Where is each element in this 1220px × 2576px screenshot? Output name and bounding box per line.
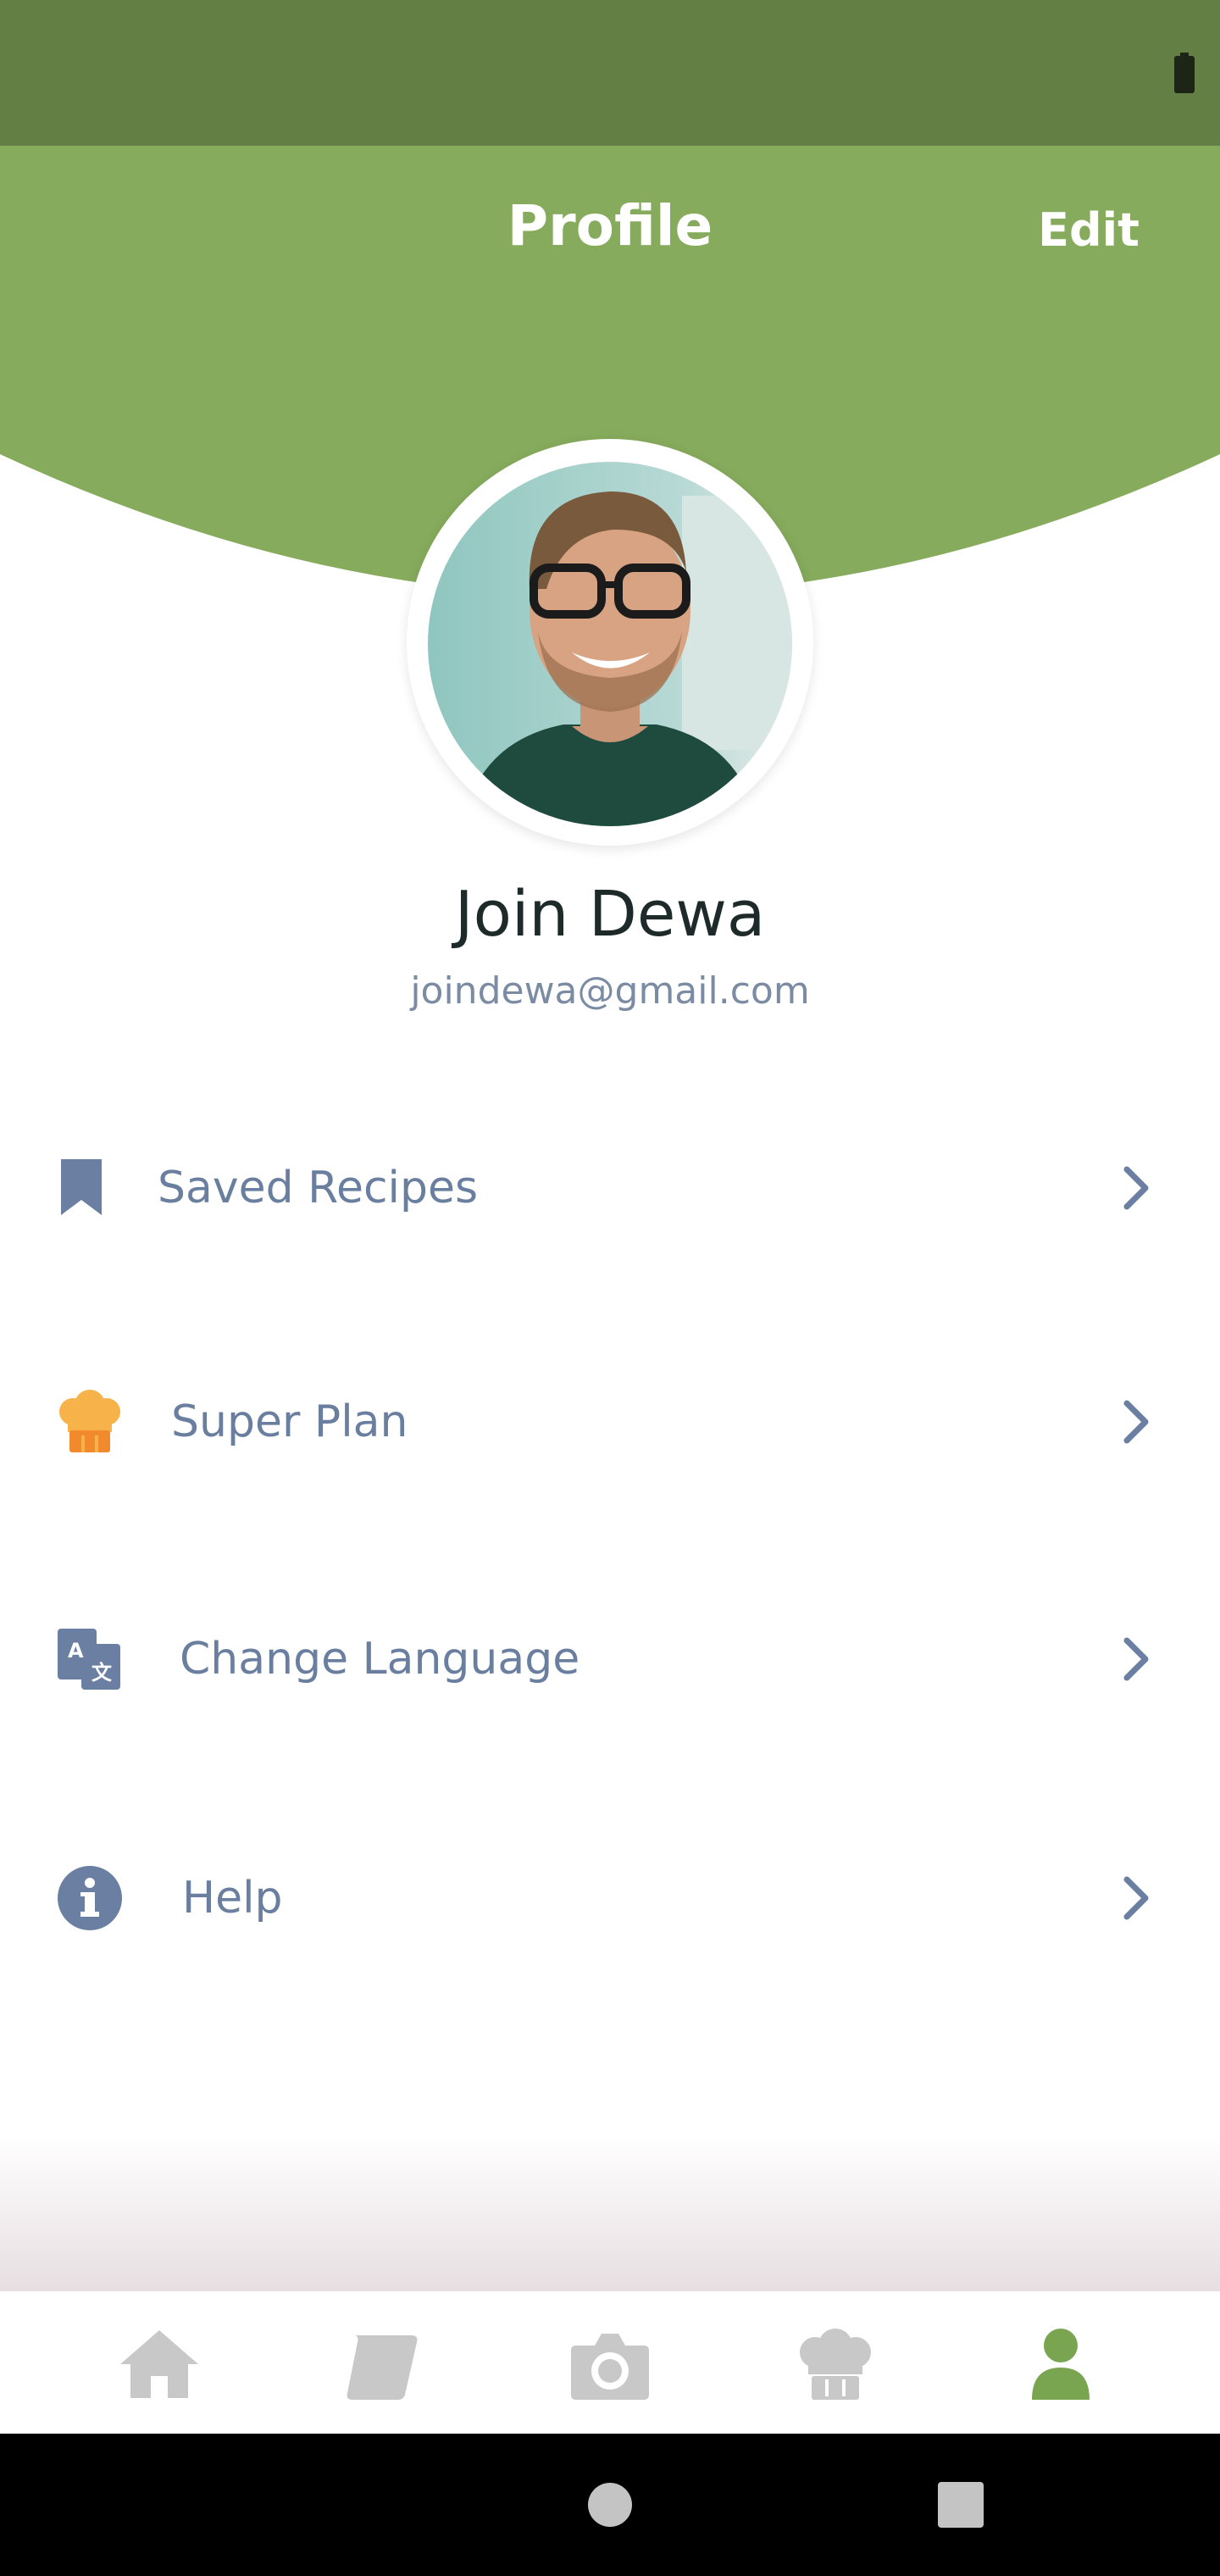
- bottom-shadow: [0, 2135, 1220, 2291]
- nav-home-icon[interactable]: [119, 2327, 200, 2401]
- nav-chef-hat-icon[interactable]: [795, 2327, 876, 2401]
- menu-label: Change Language: [180, 1634, 580, 1685]
- menu-item-change-language[interactable]: A 文 Change Language: [0, 1574, 1220, 1744]
- system-home-button[interactable]: [588, 2483, 632, 2527]
- translate-icon: A 文: [58, 1629, 120, 1690]
- user-email: joindewa@gmail.com: [410, 969, 810, 1013]
- status-bar: [0, 0, 1220, 146]
- menu-label: Saved Recipes: [158, 1163, 479, 1213]
- menu-label: Help: [182, 1873, 283, 1924]
- info-icon: [58, 1866, 122, 1930]
- nav-recipe-page-icon[interactable]: [342, 2327, 424, 2401]
- chef-hat-icon: [59, 1390, 120, 1452]
- nav-camera-icon[interactable]: [569, 2327, 651, 2401]
- chevron-right-icon: [1123, 1637, 1149, 1681]
- svg-text:A: A: [68, 1639, 84, 1663]
- edit-button[interactable]: Edit: [1025, 197, 1152, 264]
- chevron-right-icon: [1123, 1166, 1149, 1210]
- menu-item-super-plan[interactable]: Super Plan: [0, 1337, 1220, 1507]
- avatar[interactable]: [428, 462, 792, 826]
- menu-item-help[interactable]: Help: [0, 1813, 1220, 1983]
- user-photo: [428, 462, 792, 826]
- nav-user-icon[interactable]: [1020, 2327, 1101, 2401]
- chevron-right-icon: [1123, 1400, 1149, 1444]
- menu-label: Super Plan: [171, 1396, 408, 1447]
- bookmark-icon: [61, 1159, 102, 1215]
- svg-text:文: 文: [92, 1661, 113, 1685]
- menu-item-saved-recipes[interactable]: Saved Recipes: [0, 1103, 1220, 1273]
- battery-icon: [1174, 53, 1195, 93]
- system-recents-button[interactable]: [938, 2482, 984, 2528]
- user-name: Join Dewa: [454, 878, 766, 951]
- chevron-right-icon: [1123, 1876, 1149, 1920]
